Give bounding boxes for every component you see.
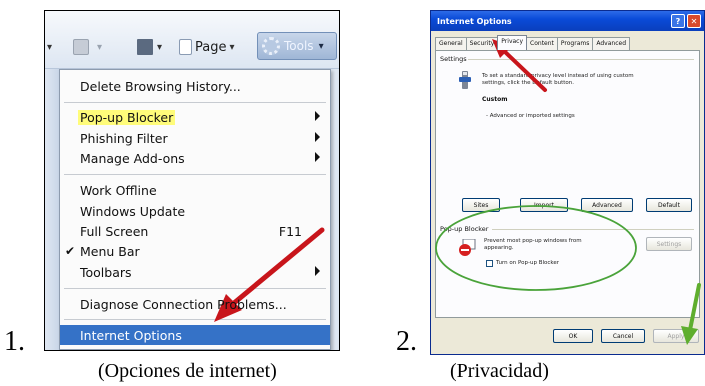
dropdown-arrow-icon: ▾: [318, 40, 324, 52]
menu-item-menu-bar[interactable]: ✔ Menu Bar: [60, 241, 330, 261]
page-menu-button[interactable]: Page ▾: [179, 37, 235, 57]
tab-general[interactable]: General: [435, 37, 467, 50]
step-number-1: 1.: [4, 326, 25, 357]
apply-button[interactable]: Apply: [653, 329, 699, 343]
rss-feed-icon: [73, 39, 89, 55]
popup-settings-button[interactable]: Settings: [646, 237, 692, 251]
gear-icon: [262, 37, 280, 55]
popup-blocker-checkbox-label: Turn on Pop-up Blocker: [496, 260, 560, 266]
submenu-arrow-icon: [315, 132, 320, 142]
settings-group-label: Settings: [440, 55, 467, 63]
ok-button[interactable]: OK: [553, 329, 593, 343]
caption-2: (Privacidad): [450, 360, 549, 382]
menu-item-popup-blocker[interactable]: Pop-up Blocker: [60, 107, 330, 127]
menu-item-windows-update[interactable]: Windows Update: [60, 201, 330, 221]
popup-description-line-1: Prevent most pop-up windows from: [484, 238, 582, 244]
submenu-arrow-icon: [315, 266, 320, 276]
dialog-tabs: General Security Privacy Content Program…: [435, 35, 630, 51]
caption-1: (Opciones de internet): [98, 360, 277, 382]
submenu-arrow-icon: [315, 152, 320, 162]
menu-item-delete-browsing-history[interactable]: Delete Browsing History...: [60, 76, 330, 96]
dropdown-arrow-icon: ▾: [47, 41, 53, 53]
popup-block-icon: [459, 239, 476, 256]
menu-separator: [64, 319, 326, 320]
menu-item-shortcut: F11: [278, 223, 302, 239]
close-icon[interactable]: ✕: [687, 14, 701, 28]
step-number-2: 2.: [396, 326, 417, 357]
menu-item-label: Diagnose Connection Problems...: [80, 296, 287, 312]
menu-item-label: Internet Options: [80, 327, 182, 343]
page-menu-label: Page: [195, 39, 227, 55]
page-icon: [179, 39, 192, 55]
menu-item-label: Phishing Filter: [80, 130, 168, 146]
checkmark-icon: ✔: [65, 244, 76, 258]
menu-item-label: Manage Add-ons: [80, 150, 185, 166]
ie-command-bar: ▾ ▾ ▾ Page ▾ Tools ▾: [45, 11, 339, 69]
cancel-button[interactable]: Cancel: [601, 329, 645, 343]
menu-separator: [64, 102, 326, 103]
menu-item-label: Full Screen: [80, 223, 149, 239]
tab-security[interactable]: Security: [465, 37, 499, 50]
menu-item-toolbars[interactable]: Toolbars: [60, 262, 330, 282]
menu-item-label: Work Offline: [80, 182, 157, 198]
dropdown-arrow-icon: ▾: [229, 41, 235, 53]
menu-item-label: Pop-up Blocker: [78, 109, 176, 125]
print-button[interactable]: ▾: [137, 37, 162, 57]
ie-tools-menu-screenshot: ▾ ▾ ▾ Page ▾ Tools ▾ Delete Browsing His…: [44, 10, 340, 351]
home-dropdown[interactable]: ▾: [47, 37, 52, 57]
default-button[interactable]: Default: [646, 198, 692, 212]
dropdown-arrow-icon: ▾: [157, 41, 163, 53]
menu-item-label: Delete Browsing History...: [80, 78, 241, 94]
dropdown-arrow-icon: ▾: [97, 41, 103, 53]
tools-menu-button[interactable]: Tools ▾: [257, 32, 337, 60]
tab-programs[interactable]: Programs: [556, 37, 594, 50]
submenu-arrow-icon: [315, 111, 320, 121]
menu-item-work-offline[interactable]: Work Offline: [60, 180, 330, 200]
browser-content-edge: [331, 69, 339, 350]
advanced-button[interactable]: Advanced: [581, 198, 633, 212]
menu-item-internet-options[interactable]: Internet Options: [60, 325, 330, 345]
settings-description-line-2: settings, click the Default button.: [482, 80, 574, 86]
tutorial-figure: 1. 2. (Opciones de internet) (Privacidad…: [0, 0, 705, 386]
internet-options-dialog: Internet Options ? ✕ General Security Pr…: [430, 10, 705, 355]
group-divider: [492, 229, 694, 230]
menu-item-label: Windows Update: [80, 203, 186, 219]
popup-description-line-2: appearing.: [484, 245, 514, 251]
feeds-button[interactable]: ▾: [73, 37, 102, 57]
popup-blocker-checkbox[interactable]: [486, 260, 493, 267]
dialog-button-bar: OK Cancel Apply: [431, 321, 704, 354]
printer-icon: [137, 39, 153, 55]
menu-item-phishing-filter[interactable]: Phishing Filter: [60, 128, 330, 148]
dialog-titlebar: Internet Options ? ✕: [431, 11, 704, 31]
privacy-slider-icon: [459, 71, 471, 89]
privacy-tab-pane: Settings To set a standard privacy level…: [435, 50, 700, 318]
tab-privacy[interactable]: Privacy: [497, 35, 528, 50]
settings-description-line-1: To set a standard privacy level instead …: [482, 73, 634, 79]
tools-menu-label: Tools: [284, 39, 314, 53]
menu-item-full-screen[interactable]: Full Screen F11: [60, 221, 330, 241]
dialog-title: Internet Options: [437, 16, 512, 26]
group-divider: [468, 59, 694, 60]
menu-separator: [64, 288, 326, 289]
privacy-level-description: - Advanced or imported settings: [486, 113, 575, 119]
menu-item-label: Toolbars: [80, 264, 132, 280]
menu-item-diagnose-connection[interactable]: Diagnose Connection Problems...: [60, 294, 330, 314]
tab-advanced[interactable]: Advanced: [592, 37, 630, 50]
menu-separator: [64, 174, 326, 175]
privacy-level-name: Custom: [482, 96, 508, 103]
help-icon[interactable]: ?: [671, 14, 685, 28]
tab-content[interactable]: Content: [526, 37, 558, 50]
menu-item-manage-addons[interactable]: Manage Add-ons: [60, 148, 330, 168]
menu-item-label: Menu Bar: [80, 243, 140, 259]
tools-dropdown-menu: Delete Browsing History... Pop-up Blocke…: [59, 69, 331, 350]
popup-blocker-group-label: Pop-up Blocker: [440, 225, 489, 233]
browser-content-edge: [45, 69, 59, 350]
sites-button[interactable]: Sites: [462, 198, 500, 212]
import-button[interactable]: Import: [520, 198, 568, 212]
